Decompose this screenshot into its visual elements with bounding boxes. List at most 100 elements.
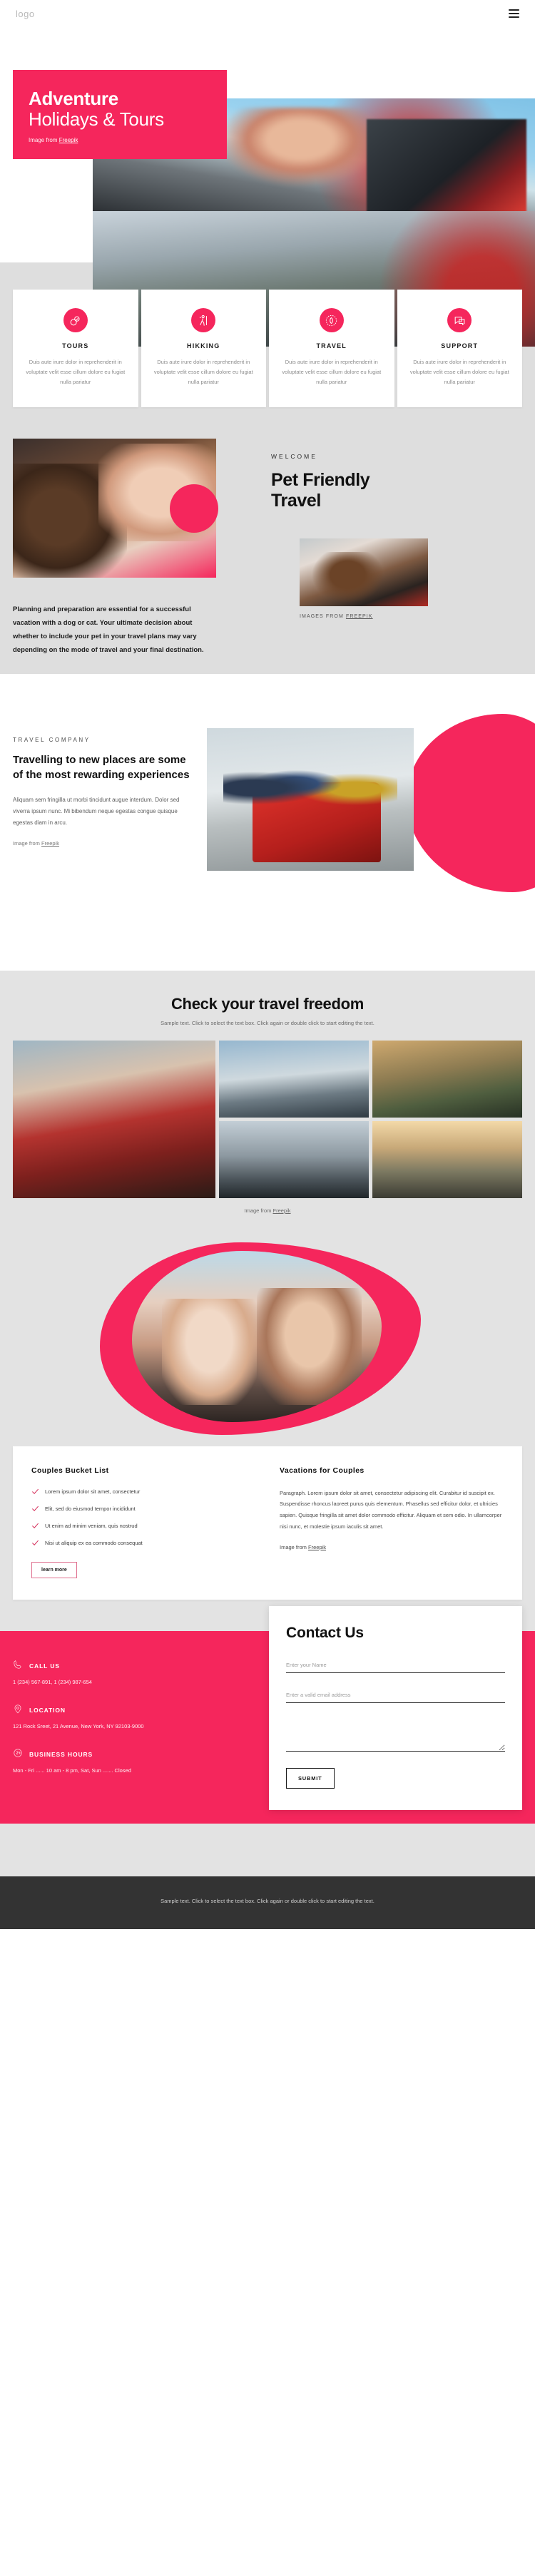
travel-company-photo [207, 727, 414, 871]
feature-card-travel[interactable]: TRAVEL Duis aute irure dolor in reprehen… [269, 290, 394, 407]
contact-block-title: CALL US [29, 1662, 60, 1670]
hiking-icon [191, 308, 216, 332]
travel-company-body: Aliquam sem fringilla ut morbi tincidunt… [13, 797, 180, 827]
hero-credit-link[interactable]: Freepik [59, 137, 78, 143]
phone-icon [13, 1660, 23, 1673]
pet-heading-block: WELCOME Pet Friendly Travel [271, 453, 514, 512]
vacations-credit-link[interactable]: Freepik [308, 1544, 326, 1550]
contact-block-text: 1 (234) 567-891, 1 (234) 987-654 [13, 1678, 92, 1685]
burger-line [509, 13, 519, 14]
contact-block-text: Mon - Fri ...... 10 am - 8 pm, Sat, Sun … [13, 1767, 131, 1774]
travel-company-heading: Travelling to new places are some of the… [13, 753, 190, 782]
feature-card-support[interactable]: SUPPORT Duis aute irure dolor in reprehe… [397, 290, 522, 407]
name-field[interactable] [286, 1657, 505, 1673]
support-icon [447, 308, 472, 332]
feature-card-grid: TOURS Duis aute irure dolor in reprehend… [0, 262, 535, 407]
contact-section: CALL US 1 (234) 567-891, 1 (234) 987-654… [0, 1605, 535, 1824]
contact-block-business-hours: BUSINESS HOURS Mon - Fri ...... 10 am - … [13, 1748, 248, 1774]
email-field[interactable] [286, 1687, 505, 1703]
check-icon [31, 1539, 39, 1547]
tc-credit-link[interactable]: Freepik [41, 840, 59, 847]
hero-title-card: Adventure Holidays & Tours Image from Fr… [13, 70, 227, 159]
bucket-list-card: Couples Bucket List Lorem ipsum dolor si… [13, 1446, 522, 1600]
contact-block-title: LOCATION [29, 1707, 66, 1714]
burger-line [509, 9, 519, 11]
feature-text: Duis aute irure dolor in reprehenderit i… [409, 359, 509, 385]
pet-credit-prefix: IMAGES FROM [300, 613, 346, 619]
list-item-label: Elit, sed do eiusmod tempor incididunt [45, 1505, 136, 1512]
gallery-credit: Image from Freepik [13, 1207, 522, 1214]
gallery-tile-desert-highway[interactable] [372, 1120, 522, 1198]
gallery-tile-mountain-road[interactable] [372, 1040, 522, 1118]
vacations-title: Vacations for Couples [280, 1466, 365, 1475]
bucket-list-title: Couples Bucket List [31, 1466, 109, 1475]
couple-blob-section [0, 1232, 535, 1446]
feature-title: HIKKING [187, 342, 220, 349]
hero-credit-prefix: Image from [29, 137, 59, 144]
message-field[interactable] [286, 1717, 505, 1752]
gallery-title: Check your travel freedom [170, 994, 365, 1013]
section-spacer [0, 673, 535, 700]
pet-friendly-section: WELCOME Pet Friendly Travel IMAGES FROM … [0, 431, 535, 674]
travel-icon [319, 308, 344, 332]
pet-heading-line2: Travel [271, 491, 321, 511]
hero-title-line2: Holidays & Tours [29, 108, 164, 131]
submit-button[interactable]: SUBMIT [286, 1767, 335, 1789]
footer-text: Sample text. Click to select the text bo… [160, 1897, 374, 1904]
travel-company-credit: Image from Freepik [13, 840, 191, 847]
feature-card-hikking[interactable]: HIKKING Duis aute irure dolor in reprehe… [141, 290, 266, 407]
burger-line [509, 16, 519, 18]
contact-block-location: LOCATION 121 Rock Sreet, 21 Avenue, New … [13, 1704, 248, 1729]
list-item: Lorem ipsum dolor sit amet, consectetur [31, 1488, 255, 1496]
hero-title-line1: Adventure [29, 88, 118, 109]
feature-text: Duis aute irure dolor in reprehenderit i… [26, 359, 126, 385]
list-item: Ut enim ad minim veniam, quis nostrud [31, 1522, 255, 1530]
feature-text: Duis aute irure dolor in reprehenderit i… [153, 359, 253, 385]
list-item: Nisi ut aliquip ex ea commodo consequat [31, 1539, 255, 1547]
features-section: TOURS Duis aute irure dolor in reprehend… [0, 211, 535, 431]
gallery-credit-link[interactable]: Freepik [273, 1207, 291, 1214]
gallery-tile-bridge[interactable] [218, 1040, 369, 1118]
page-root: logo Adventure Holidays & Tours Image fr… [0, 0, 535, 1929]
hamburger-menu-icon[interactable] [509, 9, 519, 18]
site-logo[interactable]: logo [16, 9, 35, 19]
clock-24-icon [13, 1748, 23, 1762]
site-footer: Sample text. Click to select the text bo… [0, 1876, 535, 1929]
gallery-tile-pier[interactable] [218, 1120, 369, 1198]
learn-more-button[interactable]: learn more [31, 1561, 77, 1578]
pink-blob-decoration [407, 713, 535, 892]
pet-eyebrow: WELCOME [271, 452, 317, 460]
pink-circle-decoration [170, 484, 218, 533]
vacations-body: Paragraph. Lorem ipsum dolor sit amet, c… [280, 1489, 502, 1530]
feature-title: TRAVEL [316, 342, 347, 349]
check-icon [31, 1488, 39, 1496]
feature-title: SUPPORT [441, 342, 479, 349]
bucket-list-section: Couples Bucket List Lorem ipsum dolor si… [0, 1446, 535, 1631]
pet-secondary-photo [300, 538, 428, 606]
gallery-section: Check your travel freedom Sample text. C… [0, 970, 535, 1232]
gallery-credit-prefix: Image from [244, 1207, 273, 1214]
feature-card-tours[interactable]: TOURS Duis aute irure dolor in reprehend… [13, 290, 138, 407]
check-icon [31, 1522, 39, 1530]
contact-block-call-us: CALL US 1 (234) 567-891, 1 (234) 987-654 [13, 1660, 248, 1685]
hero-image-credit: Image from Freepik [29, 137, 211, 143]
tours-icon [63, 308, 88, 332]
pet-body-text: Planning and preparation are essential f… [13, 605, 204, 654]
contact-block-text: 121 Rock Sreet, 21 Avenue, New York, NY … [13, 1722, 144, 1729]
pet-heading-line1: Pet Friendly [271, 469, 370, 490]
feature-title: TOURS [62, 342, 89, 349]
section-spacer [0, 1823, 535, 1876]
vacations-column: Vacations for Couples Paragraph. Lorem i… [280, 1466, 504, 1578]
pet-image-credit: IMAGES FROM FREEPIK [300, 614, 373, 619]
list-item-label: Lorem ipsum dolor sit amet, consectetur [45, 1488, 141, 1495]
contact-form-title: Contact Us [286, 1624, 364, 1641]
travel-company-section: TRAVEL COMPANY Travelling to new places … [0, 699, 535, 971]
gallery-subtitle: Sample text. Click to select the text bo… [160, 1019, 374, 1026]
bucket-list-column: Couples Bucket List Lorem ipsum dolor si… [31, 1466, 255, 1578]
gallery-tile-woman-portrait[interactable] [13, 1040, 215, 1198]
pet-credit-link[interactable]: FREEPIK [346, 614, 373, 619]
couple-selfie-photo [132, 1250, 382, 1422]
check-icon [31, 1505, 39, 1513]
list-item: Elit, sed do eiusmod tempor incididunt [31, 1505, 255, 1513]
tc-credit-prefix: Image from [13, 840, 42, 847]
